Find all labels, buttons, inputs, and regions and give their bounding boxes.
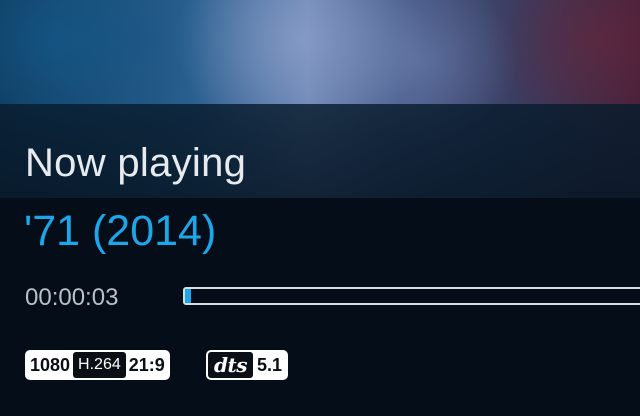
dts-logo-icon: dts — [208, 352, 253, 378]
media-title: '71 (2014) — [24, 207, 217, 255]
elapsed-time: 00:00:03 — [25, 284, 119, 311]
now-playing-screen: Now playing '71 (2014) 00:00:03 1080 H.2… — [0, 0, 640, 416]
now-playing-heading: Now playing — [25, 141, 247, 185]
progress-fill — [185, 289, 191, 303]
aspect-ratio-flag: 21:9 — [128, 355, 165, 375]
audio-info-badge: dts 5.1 — [206, 350, 289, 380]
codec-flag: H.264 — [73, 352, 126, 378]
resolution-flag: 1080 — [30, 355, 71, 375]
audio-channels-flag: 5.1 — [256, 355, 283, 375]
progress-bar[interactable] — [183, 287, 640, 305]
video-info-badge: 1080 H.264 21:9 — [25, 350, 170, 380]
